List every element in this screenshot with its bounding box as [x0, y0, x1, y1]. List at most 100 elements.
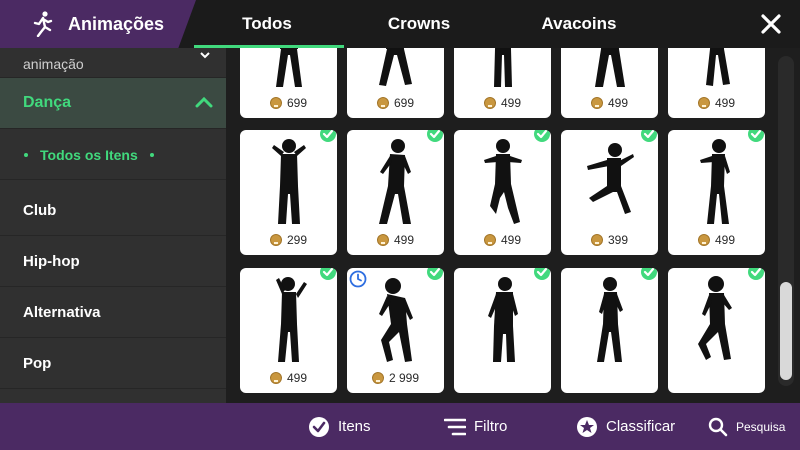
avacoin-icon: [590, 97, 603, 109]
owned-check-icon: [641, 268, 657, 280]
price-tag: 2 999: [347, 371, 444, 385]
animation-card[interactable]: [668, 268, 765, 393]
sidebar-item-club[interactable]: Club: [0, 185, 226, 236]
search-button[interactable]: Pesquisa: [708, 403, 785, 450]
dancer-silhouette-icon: [698, 276, 732, 360]
tab-todos[interactable]: Todos: [190, 0, 344, 48]
filter-button[interactable]: Filtro: [444, 403, 507, 450]
sidebar-item-label: Todos os Itens: [40, 146, 138, 163]
animation-card[interactable]: 299: [240, 130, 337, 255]
dancer-silhouette-icon: [587, 143, 634, 214]
grid-scrollbar-thumb[interactable]: [780, 282, 792, 380]
price-tag: 699: [240, 96, 337, 110]
dancer-silhouette-icon: [379, 48, 412, 86]
filter-label: Filtro: [474, 418, 508, 435]
sidebar-item-label: Club: [23, 201, 57, 219]
walking-person-icon: [33, 11, 53, 37]
animation-card[interactable]: 499: [668, 48, 765, 118]
avacoin-icon: [269, 97, 282, 109]
animation-card[interactable]: 399: [561, 130, 658, 255]
animation-card[interactable]: 499: [668, 130, 765, 255]
price-value: 299: [286, 233, 308, 247]
check-circle-icon: [309, 416, 329, 437]
dancer-silhouette-icon: [597, 277, 623, 362]
animation-card[interactable]: 499: [347, 130, 444, 255]
close-icon[interactable]: [756, 9, 786, 39]
tab-avacoins[interactable]: Avacoins: [494, 0, 664, 48]
avacoin-icon: [269, 372, 282, 384]
avacoin-icon: [590, 234, 603, 246]
items-label: Itens: [338, 418, 371, 435]
sort-button[interactable]: Classificar: [576, 403, 675, 450]
animation-card[interactable]: [454, 268, 551, 393]
dancer-silhouette-icon: [488, 277, 518, 362]
price-value: 499: [286, 371, 308, 385]
price-tag: 499: [347, 233, 444, 247]
price-value: 499: [393, 233, 415, 247]
top-bar: Animações Todos Crowns Avacoins: [0, 0, 800, 48]
dancer-silhouette-icon: [379, 139, 411, 224]
owned-check-icon: [748, 130, 764, 142]
animation-card[interactable]: 2 999: [347, 268, 444, 393]
price-tag: 299: [240, 233, 337, 247]
sidebar-item-pop[interactable]: Pop: [0, 338, 226, 389]
animation-card[interactable]: 699: [240, 48, 337, 118]
search-label: Pesquisa: [736, 419, 786, 434]
items-button[interactable]: Itens: [308, 403, 371, 450]
dancer-silhouette-icon: [494, 48, 512, 87]
price-value: 499: [500, 233, 522, 247]
price-tag: 399: [561, 233, 658, 247]
dancer-silhouette-icon: [700, 139, 730, 224]
avacoin-icon: [376, 234, 389, 246]
animation-card[interactable]: 499: [454, 130, 551, 255]
sidebar-item-alternativa[interactable]: Alternativa: [0, 287, 226, 338]
price-value: 499: [714, 96, 736, 110]
price-value: 499: [714, 233, 736, 247]
animation-grid: 699 699 499 499 499 299 499 499 399 499 …: [226, 48, 800, 403]
owned-check-icon: [320, 268, 336, 280]
dancer-silhouette-icon: [276, 277, 307, 362]
avacoin-icon: [483, 97, 496, 109]
sidebar-item-animacao[interactable]: animação: [0, 48, 226, 78]
sort-label: Classificar: [606, 418, 676, 435]
price-value: 399: [607, 233, 629, 247]
animation-card[interactable]: 499: [454, 48, 551, 118]
price-value: 699: [286, 96, 308, 110]
price-tag: 499: [561, 96, 658, 110]
avacoin-icon: [483, 234, 496, 246]
dancer-silhouette-icon: [276, 48, 302, 87]
animation-card[interactable]: 699: [347, 48, 444, 118]
sidebar-item-label: animação: [23, 56, 84, 72]
price-tag: 499: [240, 371, 337, 385]
avacoin-icon: [371, 372, 384, 384]
dancer-silhouette-icon: [484, 139, 522, 224]
owned-check-icon: [320, 130, 336, 142]
sidebar-item-hip-hop[interactable]: Hip-hop: [0, 236, 226, 287]
price-value: 699: [393, 96, 415, 110]
clock-icon: [349, 270, 367, 288]
category-sidebar: animação Dança Todos os Itens Club Hip-h…: [0, 48, 226, 403]
avacoin-icon: [269, 234, 282, 246]
animation-card[interactable]: 499: [561, 48, 658, 118]
animation-card[interactable]: 499: [240, 268, 337, 393]
search-icon: [708, 417, 728, 436]
chevron-up-icon: [195, 96, 213, 108]
filter-icon: [444, 418, 466, 435]
price-tag: 499: [668, 233, 765, 247]
sidebar-item-label: Hip-hop: [23, 252, 80, 270]
sidebar-item-danca[interactable]: Dança: [0, 78, 226, 129]
bullet-dot: [24, 152, 28, 157]
chevron-down-icon: [200, 52, 210, 59]
tab-crowns[interactable]: Crowns: [344, 0, 494, 48]
avacoin-icon: [697, 234, 710, 246]
bullet-dot: [149, 152, 154, 157]
sidebar-subitem-todos-os-itens[interactable]: Todos os Itens: [0, 130, 226, 180]
sidebar-item-label: Pop: [23, 354, 52, 372]
owned-check-icon: [427, 268, 443, 280]
avacoin-icon: [376, 97, 389, 109]
price-tag: 699: [347, 96, 444, 110]
dancer-silhouette-icon: [595, 48, 625, 87]
owned-check-icon: [427, 130, 443, 142]
price-value: 499: [500, 96, 522, 110]
animation-card[interactable]: [561, 268, 658, 393]
